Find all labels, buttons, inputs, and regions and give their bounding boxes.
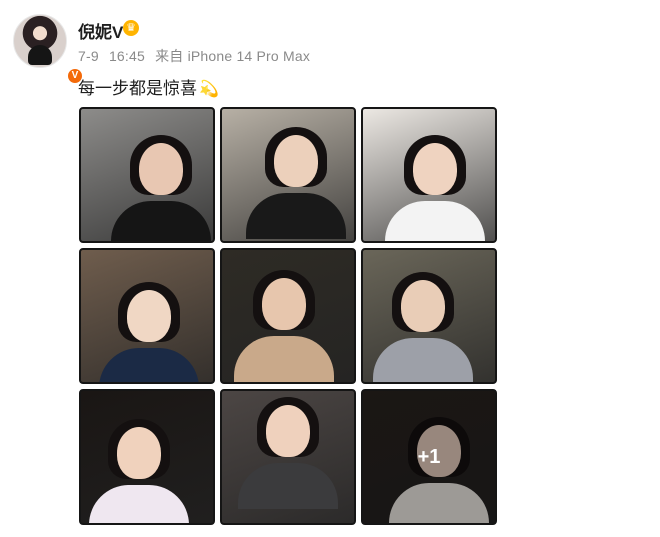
photo-outfit	[246, 193, 346, 239]
post-date: 7-9	[78, 48, 99, 64]
photo-thumbnail[interactable]	[220, 389, 356, 525]
photo-outfit	[373, 338, 473, 382]
photo-thumbnail[interactable]	[220, 107, 356, 243]
photo-face	[262, 278, 306, 330]
photo-face	[117, 427, 161, 479]
photo-outfit	[111, 201, 211, 241]
photo-thumbnail[interactable]: +1	[361, 389, 497, 525]
photo-face	[139, 143, 183, 195]
photo-thumbnail[interactable]	[79, 107, 215, 243]
username[interactable]: 倪妮V	[78, 18, 123, 43]
sparkle-icon: 💫	[199, 81, 219, 98]
photo-outfit	[89, 485, 189, 523]
post-text: 每一步都是惊喜 💫	[78, 74, 219, 99]
photo-face	[413, 143, 457, 195]
post-meta: 7-9 16:45 来自 iPhone 14 Pro Max	[78, 46, 310, 66]
crown-icon[interactable]: ♛	[123, 20, 139, 36]
photo-face	[266, 405, 310, 457]
photo-thumbnail[interactable]	[361, 248, 497, 384]
photo-thumbnail[interactable]	[361, 107, 497, 243]
photo-outfit	[234, 336, 334, 382]
photo-thumbnail[interactable]	[220, 248, 356, 384]
photo-face	[274, 135, 318, 187]
photo-face	[127, 290, 171, 342]
weibo-post: V 倪妮V ♛ 7-9 16:45 来自 iPhone 14 Pro Max 每…	[0, 0, 660, 537]
photo-face	[401, 280, 445, 332]
photo-outfit	[99, 348, 199, 382]
post-time: 16:45	[108, 48, 145, 64]
photo-outfit	[385, 201, 485, 241]
post-source[interactable]: 来自 iPhone 14 Pro Max	[155, 48, 310, 64]
photo-grid: +1	[79, 107, 497, 525]
avatar[interactable]: V	[13, 14, 84, 85]
photo-thumbnail[interactable]	[79, 389, 215, 525]
photo-thumbnail[interactable]	[79, 248, 215, 384]
post-text-body: 每一步都是惊喜	[78, 79, 197, 98]
more-photos-overlay[interactable]: +1	[363, 391, 495, 523]
photo-outfit	[238, 463, 338, 509]
avatar-figure	[28, 45, 52, 65]
